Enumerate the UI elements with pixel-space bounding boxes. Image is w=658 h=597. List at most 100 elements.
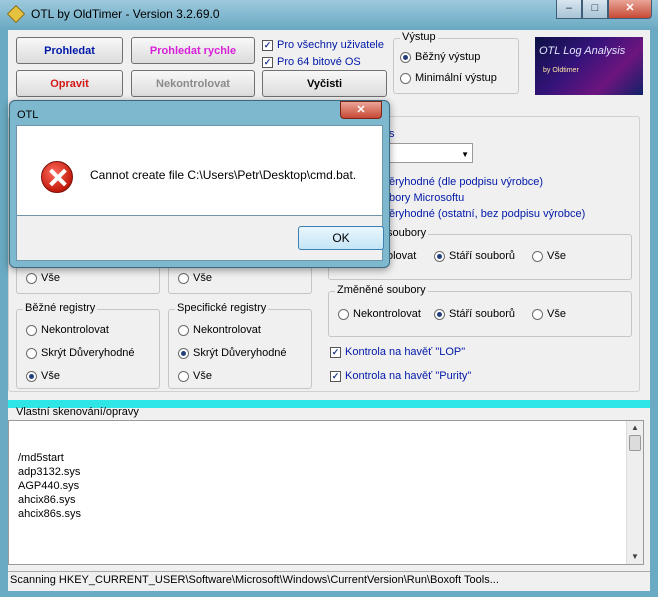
error-dialog: OTL ✕ Cannot create file C:\Users\Petr\D… (9, 100, 390, 268)
scroll-up-icon[interactable]: ▲ (627, 421, 643, 435)
dialog-message: Cannot create file C:\Users\Petr\Desktop… (90, 168, 357, 182)
maximize-button[interactable]: □ (582, 0, 608, 19)
files-opt1-label: olovat (387, 250, 417, 262)
specific-registry-group: Specifické registry Nekontrolovat Skrýt … (168, 302, 312, 389)
window-title: OTL by OldTimer - Version 3.2.69.0 (31, 7, 220, 21)
specific-hide-trusted-radio[interactable]: Skrýt Důveryhodné (178, 347, 287, 359)
specific-opt3-label: Vše (193, 370, 212, 382)
lop-label: Kontrola na havěť "LOP" (345, 346, 466, 358)
common-opt2-label: Skrýt Důveryhodné (41, 347, 135, 359)
radio-selected-icon (400, 51, 411, 63)
common-hide-trusted-radio[interactable]: Skrýt Důveryhodné (26, 347, 135, 359)
app-icon (6, 4, 26, 24)
checkmark-icon: ✓ (330, 370, 341, 382)
fix-button[interactable]: Opravit (16, 70, 123, 97)
output-minimal-label: Minimální výstup (415, 72, 497, 84)
trusted-signature-option[interactable]: ěryhodné (dle podpisu výrobce) (389, 176, 543, 188)
changed-group-title: Změněné soubory (335, 284, 428, 296)
files-opt3-label: Vše (547, 250, 566, 262)
group-a-all-radio[interactable]: Vše (26, 272, 60, 284)
radio-icon (400, 72, 411, 84)
group-b-all-label: Vše (193, 272, 212, 284)
otl-logo: OTL Log Analysis by Oldtimer (535, 37, 643, 95)
files-all-radio[interactable]: Vše (532, 250, 566, 262)
radio-selected-icon (434, 308, 445, 320)
dialog-footer: OK (16, 216, 384, 261)
specific-registry-title: Specifické registry (175, 302, 269, 314)
common-registry-group: Běžné registry Nekontrolovat Skrýt Důver… (16, 302, 160, 389)
common-opt1-label: Nekontrolovat (41, 324, 109, 336)
scroll-thumb[interactable] (629, 435, 641, 451)
files-no-check-radio[interactable]: olovat (387, 250, 416, 262)
trusted-other-option[interactable]: ěryhodné (ostatní, bez podpisu výrobce) (389, 208, 585, 220)
changed-all-radio[interactable]: Vše (532, 308, 566, 320)
logo-subtitle: by Oldtimer (543, 67, 579, 74)
specific-no-check-radio[interactable]: Nekontrolovat (178, 324, 261, 336)
scan-button[interactable]: Prohledat (16, 37, 123, 64)
radio-icon (26, 324, 37, 336)
output-normal-radio[interactable]: Běžný výstup (400, 51, 480, 63)
custom-scan-title: Vlastní skenování/opravy (16, 406, 139, 418)
scan-fast-button[interactable]: Prohledat rychle (131, 37, 255, 64)
common-no-check-radio[interactable]: Nekontrolovat (26, 324, 109, 336)
main-window: OTL by OldTimer - Version 3.2.69.0 – □ ✕… (0, 0, 658, 597)
radio-icon (178, 272, 189, 284)
changed-files-group: Změněné soubory Nekontrolovat Stáří soub… (328, 284, 632, 337)
changed-age-radio[interactable]: Stáří souborů (434, 308, 515, 320)
lop-checkbox[interactable]: ✓ Kontrola na havěť "LOP" (330, 346, 465, 358)
radio-selected-icon (26, 370, 37, 382)
changed-opt3-label: Vše (547, 308, 566, 320)
output-normal-label: Běžný výstup (415, 51, 481, 63)
textarea-line: ahcix86.sys (18, 494, 76, 506)
ok-button[interactable]: OK (298, 226, 384, 250)
microsoft-files-option[interactable]: bory Microsoftu (389, 192, 464, 204)
files-opt2-label: Stáří souborů (449, 250, 516, 262)
clean-button[interactable]: Vyčisti (262, 70, 387, 97)
minimize-button[interactable]: – (556, 0, 582, 19)
specific-all-radio[interactable]: Vše (178, 370, 212, 382)
radio-icon (338, 308, 349, 320)
common-registry-title: Běžné registry (23, 302, 98, 314)
all-users-label: Pro všechny uživatele (277, 39, 384, 51)
radio-icon (26, 272, 37, 284)
files-group-title: soubory (385, 227, 429, 239)
output-minimal-radio[interactable]: Minimální výstup (400, 72, 497, 84)
status-bar: Scanning HKEY_CURRENT_USER\Software\Micr… (8, 571, 650, 589)
radio-icon (178, 324, 189, 336)
radio-selected-icon (178, 347, 189, 359)
radio-icon (178, 370, 189, 382)
group-a-all-label: Vše (41, 272, 60, 284)
all-users-checkbox[interactable]: ✓ Pro všechny uživatele (262, 39, 384, 51)
specific-opt2-label: Skrýt Důveryhodné (193, 347, 287, 359)
textarea-scrollbar[interactable]: ▲ ▼ (626, 421, 643, 564)
scroll-down-icon[interactable]: ▼ (627, 550, 643, 564)
options-combobox[interactable]: ▼ (387, 143, 473, 163)
textarea-line: adp3132.sys (18, 466, 81, 478)
dialog-title: OTL (17, 109, 39, 121)
radio-selected-icon (434, 250, 445, 262)
changed-opt2-label: Stáří souborů (449, 308, 516, 320)
dialog-body: Cannot create file C:\Users\Petr\Desktop… (16, 125, 383, 216)
group-b-all-radio[interactable]: Vše (178, 272, 212, 284)
textarea-line: ahcix86s.sys (18, 508, 81, 520)
title-bar: OTL by OldTimer - Version 3.2.69.0 – □ ✕ (0, 0, 658, 30)
changed-opt1-label: Nekontrolovat (353, 308, 421, 320)
purity-checkbox[interactable]: ✓ Kontrola na havěť "Purity" (330, 370, 471, 382)
checkmark-icon: ✓ (330, 346, 341, 358)
specific-opt1-label: Nekontrolovat (193, 324, 261, 336)
error-icon (41, 161, 73, 193)
common-all-radio[interactable]: Vše (26, 370, 60, 382)
no-check-button[interactable]: Nekontrolovat (131, 70, 255, 97)
dialog-close-button[interactable]: ✕ (340, 101, 382, 119)
close-button[interactable]: ✕ (608, 0, 652, 19)
checkmark-icon: ✓ (262, 39, 273, 51)
custom-scan-header: Vlastní skenování/opravy (8, 406, 650, 420)
output-group-title: Výstup (400, 31, 438, 43)
files-age-radio[interactable]: Stáří souborů (434, 250, 515, 262)
textarea-line: AGP440.sys (18, 480, 80, 492)
os64-checkbox[interactable]: ✓ Pro 64 bitové OS (262, 56, 361, 68)
textarea-line: /md5start (18, 452, 64, 464)
os64-label: Pro 64 bitové OS (277, 56, 361, 68)
custom-scan-textarea[interactable]: /md5start adp3132.sys AGP440.sys ahcix86… (8, 420, 644, 565)
changed-no-check-radio[interactable]: Nekontrolovat (338, 308, 421, 320)
